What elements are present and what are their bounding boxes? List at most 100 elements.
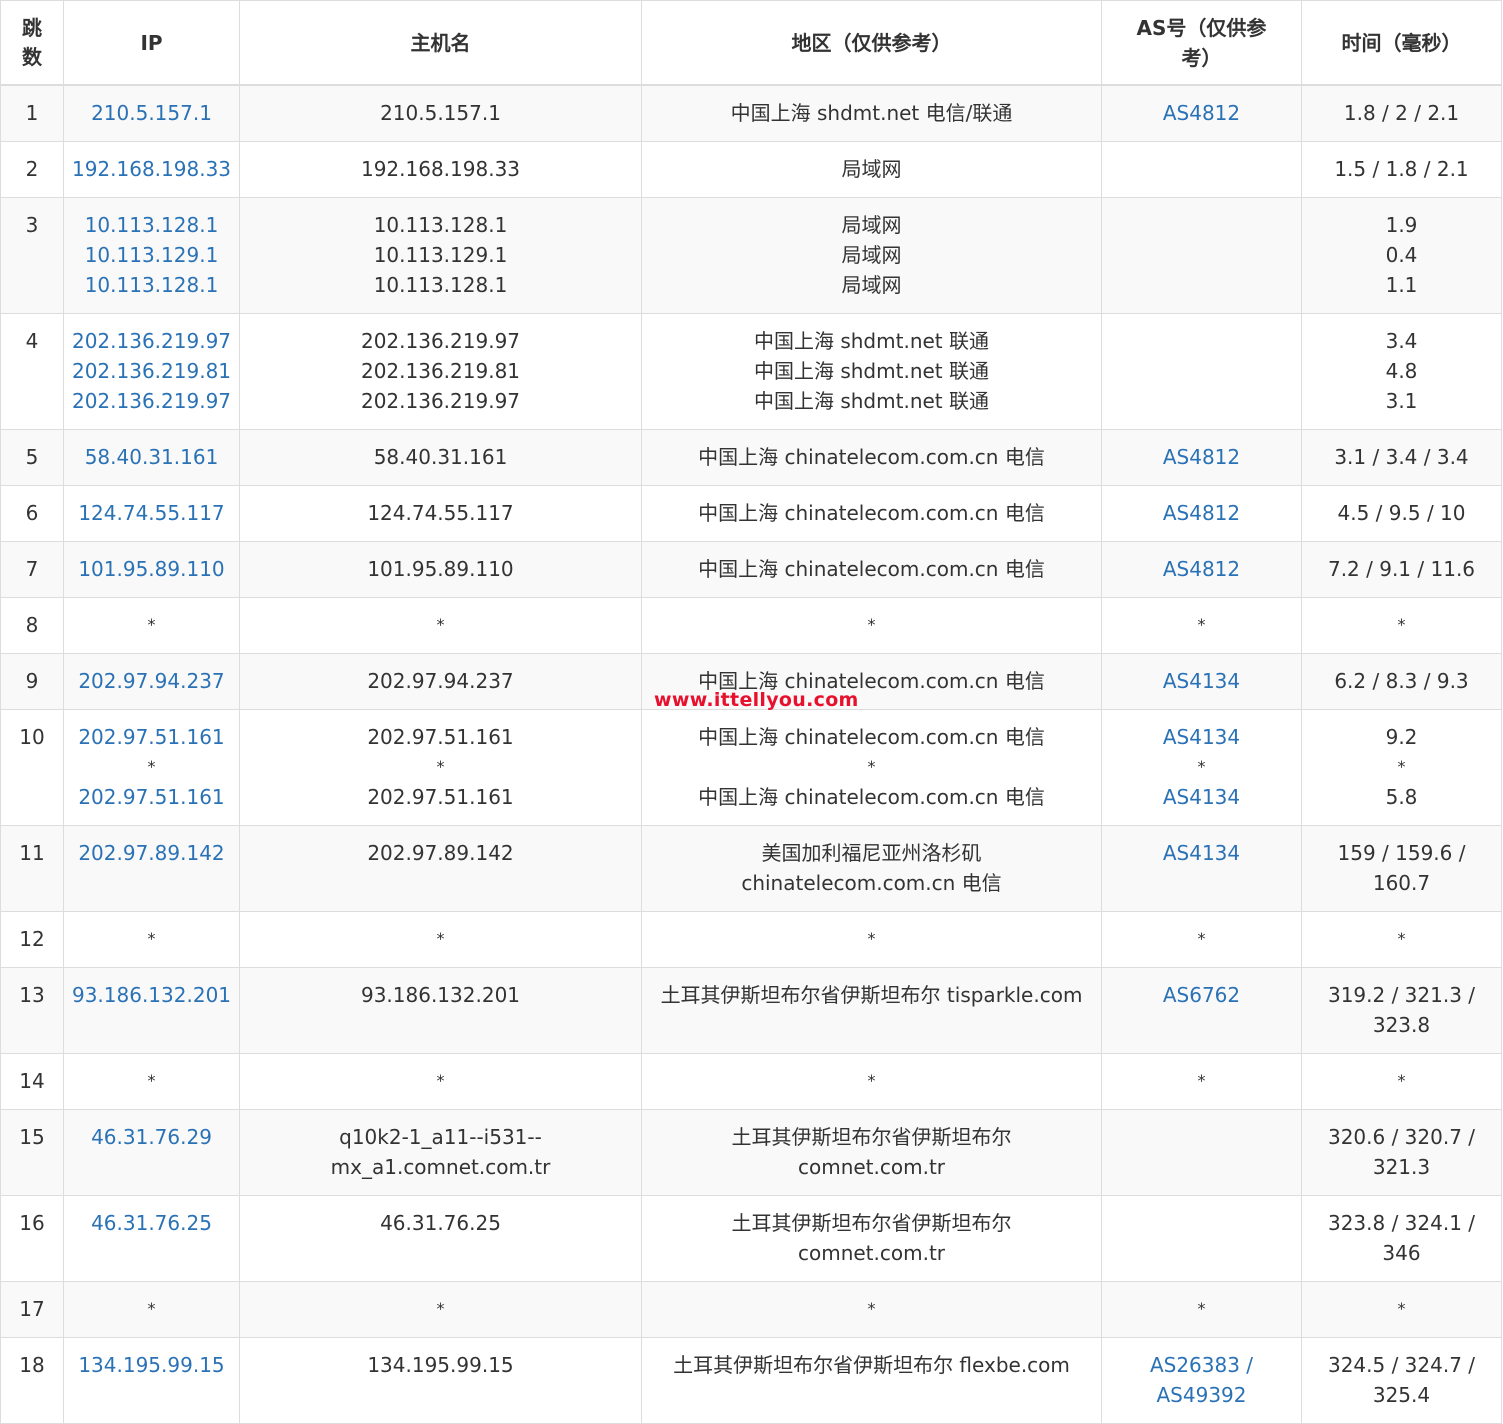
as-link[interactable]: AS49392 bbox=[1102, 1380, 1301, 1410]
as-link[interactable]: AS4134 bbox=[1102, 722, 1301, 752]
ip-link[interactable]: 93.186.132.201 bbox=[64, 980, 239, 1010]
time-text: * bbox=[1397, 929, 1406, 948]
cell-hop: 17 bbox=[0, 1281, 64, 1338]
as-link[interactable]: AS4134 bbox=[1102, 782, 1301, 812]
hop-number: 16 bbox=[19, 1211, 45, 1235]
cell-region: 中国上海 chinatelecom.com.cn 电信 * 中国上海 chinate… bbox=[641, 709, 1102, 826]
cell-region: 土耳其伊斯坦布尔省伊斯坦布尔 comnet.com.tr bbox=[641, 1109, 1102, 1196]
cell-hop: 15 bbox=[0, 1109, 64, 1196]
as-link[interactable]: AS4134 bbox=[1102, 666, 1301, 696]
ip-link[interactable]: 210.5.157.1 bbox=[64, 98, 239, 128]
time-text: * bbox=[1397, 757, 1406, 776]
hostname-text: 46.31.76.25 bbox=[380, 1211, 501, 1235]
region-text: 中国上海 chinatelecom.com.cn 电信 bbox=[698, 445, 1045, 469]
ip-link[interactable]: 134.195.99.15 bbox=[64, 1350, 239, 1380]
cell-as bbox=[1101, 197, 1302, 314]
cell-hostname: 10.113.128.1 10.113.129.1 10.113.128.1 bbox=[239, 197, 642, 314]
cell-hop: 16 bbox=[0, 1195, 64, 1282]
hostname-text: 202.136.219.81 bbox=[360, 359, 521, 383]
cell-hop: 10 bbox=[0, 709, 64, 826]
time-text: 324.5 / 324.7 / bbox=[1327, 1353, 1476, 1377]
cell-hop: 6 bbox=[0, 485, 64, 542]
ip-link[interactable]: 202.97.89.142 bbox=[64, 838, 239, 868]
cell-hostname: 101.95.89.110 bbox=[239, 541, 642, 598]
cell-hop: 2 bbox=[0, 141, 64, 198]
cell-as: AS4812 bbox=[1101, 485, 1302, 542]
as-link[interactable]: AS4812 bbox=[1102, 98, 1301, 128]
region-text: 中国上海 shdmt.net 联通 bbox=[753, 389, 989, 413]
region-text: 中国上海 chinatelecom.com.cn 电信 bbox=[698, 557, 1045, 581]
cell-region: 土耳其伊斯坦布尔省伊斯坦布尔 comnet.com.tr bbox=[641, 1195, 1102, 1282]
header-as: AS号（仅供参考） bbox=[1101, 0, 1302, 86]
ip-link[interactable]: 10.113.129.1 bbox=[64, 240, 239, 270]
table-header-row: 跳数 IP 主机名 地区（仅供参考） AS号（仅供参考） 时间（毫秒） bbox=[0, 0, 1502, 86]
region-text: 中国上海 chinatelecom.com.cn 电信 bbox=[698, 725, 1045, 749]
cell-time: * bbox=[1301, 597, 1502, 654]
hop-number: 18 bbox=[19, 1353, 45, 1377]
time-text: 1.8 / 2 / 2.1 bbox=[1343, 101, 1460, 125]
ip-link[interactable]: 46.31.76.25 bbox=[64, 1208, 239, 1238]
region-text: 土耳其伊斯坦布尔省伊斯坦布尔 flexbe.com bbox=[673, 1353, 1070, 1377]
hostname-text: * bbox=[436, 1299, 445, 1318]
time-text: 3.4 bbox=[1385, 329, 1418, 353]
ip-link[interactable]: 101.95.89.110 bbox=[64, 554, 239, 584]
cell-as bbox=[1101, 141, 1302, 198]
hostname-text: 202.97.89.142 bbox=[367, 841, 514, 865]
cell-region: 中国上海 chinatelecom.com.cn 电信 bbox=[641, 541, 1102, 598]
as-link[interactable]: AS26383 / bbox=[1102, 1350, 1301, 1380]
region-text: comnet.com.tr bbox=[797, 1155, 946, 1179]
cell-region: 美国加利福尼亚州洛杉矶 chinatelecom.com.cn 电信 bbox=[641, 825, 1102, 912]
table-row: 10 202.97.51.161 * 202.97.51.161 202.97.51.1… bbox=[0, 709, 1502, 826]
time-text: 346 bbox=[1382, 1241, 1421, 1265]
ip-link[interactable]: 58.40.31.161 bbox=[64, 442, 239, 472]
cell-ip: 124.74.55.117 bbox=[63, 485, 240, 542]
time-text: * bbox=[1397, 1299, 1406, 1318]
ip-link[interactable]: 202.97.51.161 bbox=[64, 782, 239, 812]
ip-link[interactable]: 10.113.128.1 bbox=[64, 270, 239, 300]
time-text: 323.8 / 324.1 / bbox=[1327, 1211, 1476, 1235]
cell-as: AS4812 bbox=[1101, 429, 1302, 486]
time-text: 0.4 bbox=[1385, 243, 1418, 267]
cell-hostname: 124.74.55.117 bbox=[239, 485, 642, 542]
ip-link[interactable]: 202.136.219.97 bbox=[64, 326, 239, 356]
ip-link[interactable]: 192.168.198.33 bbox=[64, 154, 239, 184]
as-link[interactable]: AS4134 bbox=[1102, 838, 1301, 868]
as-link[interactable]: AS6762 bbox=[1102, 980, 1301, 1010]
time-text: 5.8 bbox=[1385, 785, 1418, 809]
hostname-text: 124.74.55.117 bbox=[367, 501, 514, 525]
ip-link[interactable]: 124.74.55.117 bbox=[64, 498, 239, 528]
ip-link[interactable]: 202.136.219.97 bbox=[64, 386, 239, 416]
hop-number: 15 bbox=[19, 1125, 45, 1149]
hostname-text: 202.97.51.161 bbox=[367, 785, 514, 809]
cell-as: * bbox=[1101, 1281, 1302, 1338]
table-row: 14 * * * * * bbox=[0, 1053, 1502, 1110]
table-row: 1 210.5.157.1 210.5.157.1 中国上海 shdmt.net 电信… bbox=[0, 84, 1502, 142]
ip-link[interactable]: 202.97.94.237 bbox=[64, 666, 239, 696]
hop-number: 4 bbox=[25, 329, 39, 353]
time-text: 6.2 / 8.3 / 9.3 bbox=[1334, 669, 1469, 693]
ip-link[interactable]: 46.31.76.29 bbox=[64, 1122, 239, 1152]
hostname-text: 210.5.157.1 bbox=[380, 101, 501, 125]
ip-link[interactable]: 202.97.51.161 bbox=[64, 722, 239, 752]
cell-as: AS4134 * AS4134 bbox=[1101, 709, 1302, 826]
as-link[interactable]: AS4812 bbox=[1102, 498, 1301, 528]
time-text: 325.4 bbox=[1372, 1383, 1431, 1407]
cell-time: * bbox=[1301, 1281, 1502, 1338]
hop-number: 11 bbox=[19, 841, 45, 865]
time-text: 7.2 / 9.1 / 11.6 bbox=[1327, 557, 1476, 581]
table-row: 6 124.74.55.117 124.74.55.117 中国上海 chinatel… bbox=[0, 485, 1502, 542]
as-text: * bbox=[1197, 615, 1206, 634]
cell-region: 中国上海 shdmt.net 联通 中国上海 shdmt.net 联通 中国上海 s… bbox=[641, 313, 1102, 430]
ip-link[interactable]: 202.136.219.81 bbox=[64, 356, 239, 386]
hostname-text: 202.97.94.237 bbox=[367, 669, 514, 693]
cell-time: 7.2 / 9.1 / 11.6 bbox=[1301, 541, 1502, 598]
region-text: 局域网 bbox=[841, 243, 902, 267]
cell-hostname: q10k2-1_a11--i531-- mx_a1.comnet.com.tr bbox=[239, 1109, 642, 1196]
hop-number: 9 bbox=[25, 669, 39, 693]
cell-as: AS4812 bbox=[1101, 84, 1302, 142]
as-link[interactable]: AS4812 bbox=[1102, 554, 1301, 584]
ip-link[interactable]: 10.113.128.1 bbox=[64, 210, 239, 240]
as-link[interactable]: AS4812 bbox=[1102, 442, 1301, 472]
region-text: comnet.com.tr bbox=[797, 1241, 946, 1265]
cell-ip: 101.95.89.110 bbox=[63, 541, 240, 598]
